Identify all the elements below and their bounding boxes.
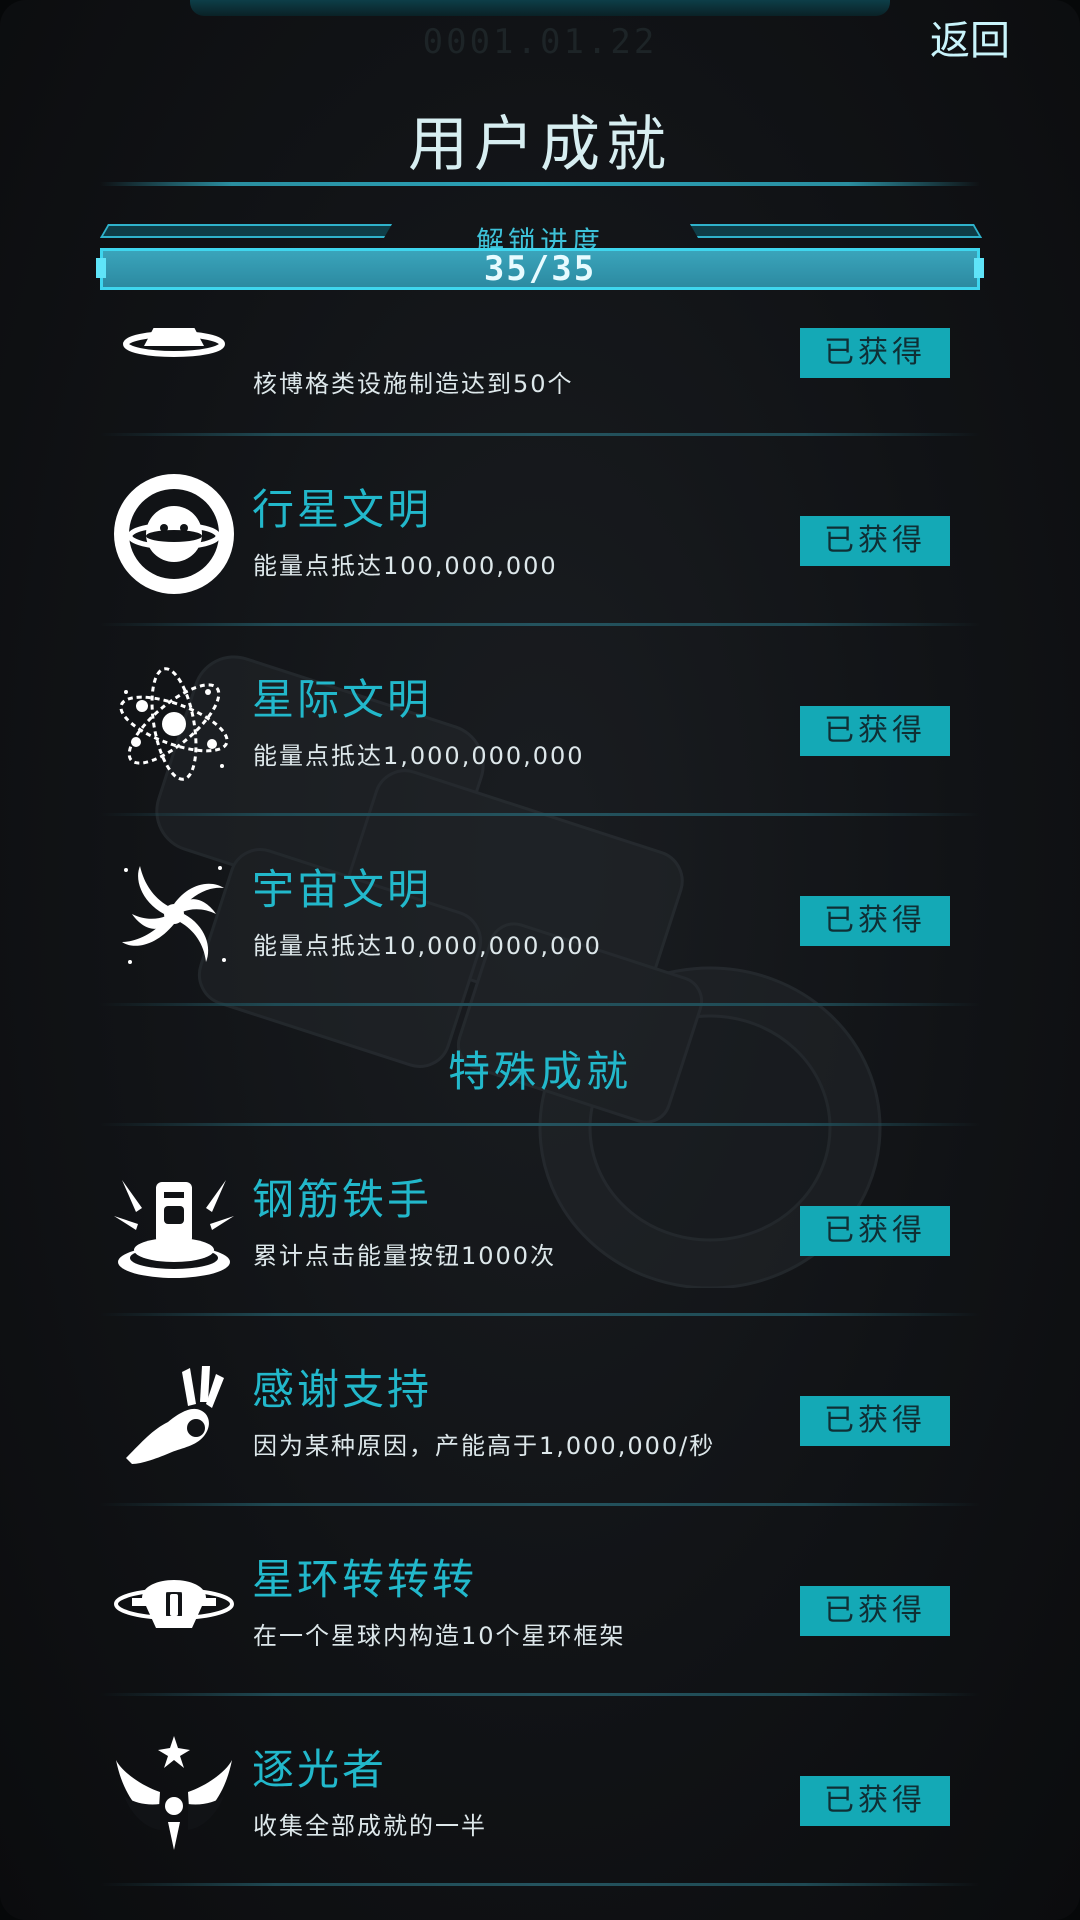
achievement-desc: 能量点抵达100,000,000 [253, 552, 558, 580]
achievement-list[interactable]: 核博格类设施制造达到50个 已获得 行星文明 能量点抵达100,000,000 … [0, 328, 1080, 1920]
achievement-row: 宇宙文明 能量点抵达10,000,000,000 已获得 [0, 816, 1080, 1006]
achievement-status: 已获得 [800, 1586, 950, 1636]
achievement-row: 逐光者 收集全部成就的一半 已获得 [0, 1696, 1080, 1886]
achievement-desc: 能量点抵达10,000,000,000 [253, 932, 602, 960]
achievement-row: 星环转转转 在一个星球内构造10个星环框架 已获得 [0, 1506, 1080, 1696]
row-divider [100, 1883, 980, 1886]
achievement-desc: 核博格类设施制造达到50个 [253, 370, 574, 398]
top-rim-decoration [190, 0, 890, 16]
achievement-desc: 因为某种原因，产能高于1,000,000/秒 [253, 1432, 716, 1460]
ring-station-icon [112, 1542, 236, 1666]
planet-ring-icon [112, 472, 236, 596]
ok-hand-icon [112, 1352, 236, 1476]
achievement-desc: 能量点抵达1,000,000,000 [253, 742, 585, 770]
achievement-status: 已获得 [800, 896, 950, 946]
app-screen: 0001.01.22 返回 用户成就 解锁进度 35/35 核博格类设施制造达到… [0, 0, 1080, 1920]
mushroom-cloud-icon [112, 328, 236, 406]
achievement-status: 已获得 [800, 1206, 950, 1256]
achievement-name: 逐光者 [252, 1745, 388, 1794]
achievement-name: 感谢支持 [252, 1365, 433, 1414]
achievement-desc: 收集全部成就的一半 [253, 1812, 487, 1840]
galaxy-spiral-icon [112, 852, 236, 976]
achievement-status: 已获得 [800, 516, 950, 566]
section-title: 特殊成就 [447, 1047, 632, 1096]
achievement-name: 行星文明 [252, 485, 433, 534]
achievement-name: 钢筋铁手 [252, 1175, 433, 1224]
achievement-row: 行星文明 能量点抵达100,000,000 已获得 [0, 436, 1080, 626]
progress-count: 35/35 [483, 249, 597, 289]
title-divider [100, 182, 980, 186]
back-button[interactable]: 返回 [926, 16, 1014, 66]
achievement-row: 核博格类设施制造达到50个 已获得 [0, 328, 1080, 436]
achievement-row: 钢筋铁手 累计点击能量按钮1000次 已获得 [0, 1126, 1080, 1316]
achievement-name: 星环转转转 [252, 1555, 478, 1604]
achievement-row: 星际文明 能量点抵达1,000,000,000 已获得 [0, 626, 1080, 816]
achievement-status: 已获得 [800, 706, 950, 756]
press-button-icon [112, 1162, 236, 1286]
achievement-name: 星际文明 [252, 675, 433, 724]
atom-orbit-icon [112, 662, 236, 786]
winged-star-icon [112, 1732, 236, 1856]
game-date: 0001.01.22 [422, 22, 658, 62]
achievement-desc: 累计点击能量按钮1000次 [253, 1242, 557, 1270]
achievement-status: 已获得 [800, 1776, 950, 1826]
page-title: 用户成就 [408, 110, 672, 180]
special-section-header: 特殊成就 [0, 1006, 1080, 1126]
achievement-desc: 在一个星球内构造10个星环框架 [253, 1622, 626, 1650]
achievement-status: 已获得 [800, 1396, 950, 1446]
achievement-status: 已获得 [800, 328, 950, 378]
achievement-name: 宇宙文明 [252, 865, 433, 914]
unlock-progress: 解锁进度 35/35 [96, 218, 984, 294]
achievement-row: 感谢支持 因为某种原因，产能高于1,000,000/秒 已获得 [0, 1316, 1080, 1506]
